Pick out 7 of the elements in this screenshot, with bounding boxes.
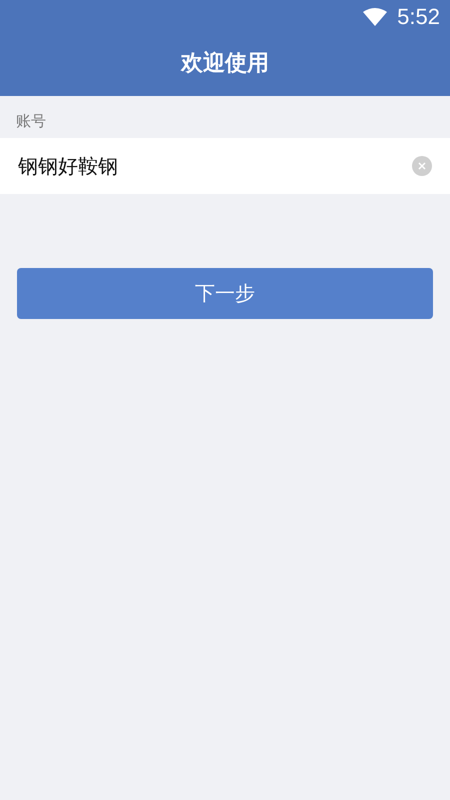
wifi-icon (363, 8, 388, 26)
account-label: 账号 (15, 111, 47, 132)
clear-icon[interactable] (412, 156, 432, 176)
header-title: 欢迎使用 (180, 50, 270, 78)
account-field[interactable]: 钢钢好鞍钢 (0, 138, 450, 194)
next-button[interactable]: 下一步 (17, 268, 433, 319)
status-time: 5:52 (397, 4, 440, 30)
